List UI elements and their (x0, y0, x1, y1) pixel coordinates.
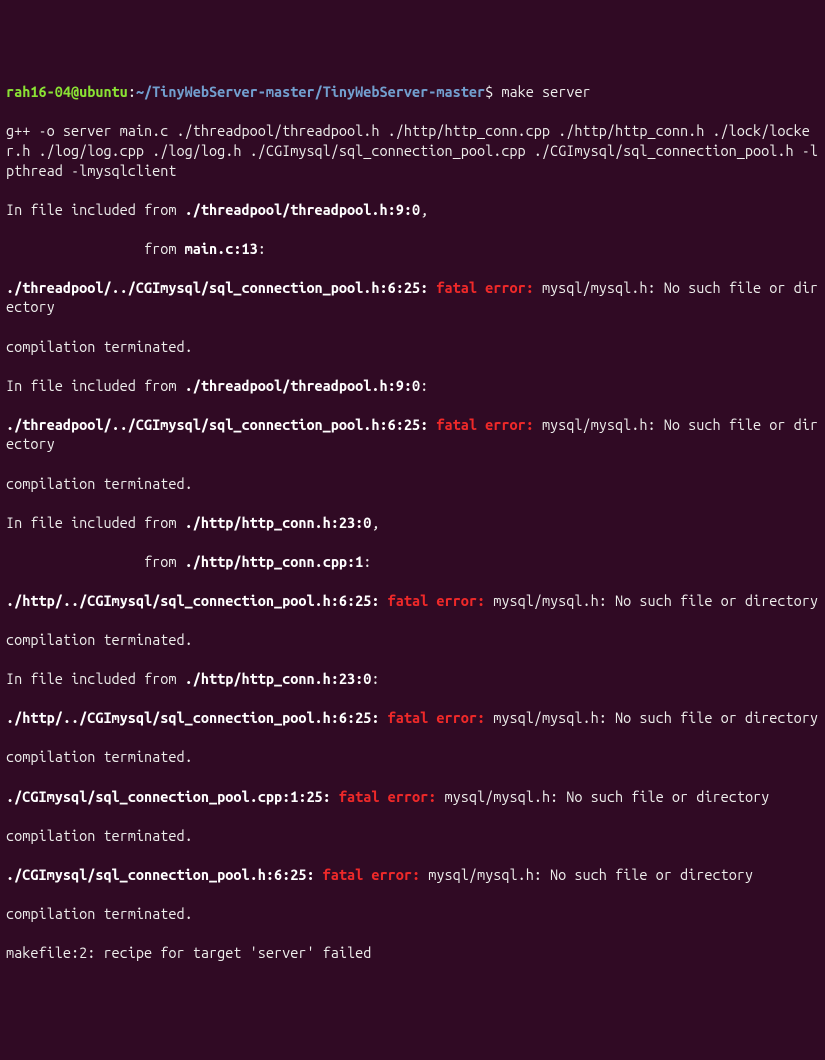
text: from (6, 240, 185, 257)
error-msg: mysql/mysql.h: No such file or directory (493, 592, 818, 609)
output-line: from ./http/http_conn.cpp:1: (6, 552, 819, 572)
output-line: ./CGImysql/sql_connection_pool.h:6:25: f… (6, 865, 819, 885)
file-ref: ./CGImysql/sql_connection_pool.h:6:25: (6, 866, 315, 883)
prompt-user: rah16-04@ubuntu (6, 83, 128, 100)
text: , (420, 201, 428, 218)
prompt-sep1: : (128, 83, 136, 100)
output-line: compilation terminated. (6, 630, 819, 650)
file-ref: main.c:13 (185, 240, 258, 257)
output-line: ./http/../CGImysql/sql_connection_pool.h… (6, 591, 819, 611)
output-line: from main.c:13: (6, 239, 819, 259)
text: : (420, 377, 428, 394)
file-ref: ./threadpool/threadpool.h:9:0 (185, 377, 420, 394)
prompt-path: ~/TinyWebServer-master/TinyWebServer-mas… (136, 83, 485, 100)
error-label: fatal error: (331, 788, 445, 805)
output-line: In file included from ./http/http_conn.h… (6, 669, 819, 689)
text: In file included from (6, 201, 185, 218)
file-ref: ./http/http_conn.cpp:1 (185, 553, 364, 570)
output-line: ./threadpool/../CGImysql/sql_connection_… (6, 415, 819, 454)
text: : (363, 553, 371, 570)
file-ref: ./http/http_conn.h:23:0 (185, 670, 372, 687)
file-ref: ./threadpool/../CGImysql/sql_connection_… (6, 279, 428, 296)
prompt-line[interactable]: rah16-04@ubuntu:~/TinyWebServer-master/T… (6, 82, 819, 102)
file-ref: ./threadpool/../CGImysql/sql_connection_… (6, 416, 428, 433)
output-line: ./CGImysql/sql_connection_pool.cpp:1:25:… (6, 787, 819, 807)
file-ref: ./CGImysql/sql_connection_pool.cpp:1:25: (6, 788, 331, 805)
text: In file included from (6, 670, 185, 687)
output-line: In file included from ./http/http_conn.h… (6, 513, 819, 533)
output-line: compilation terminated. (6, 337, 819, 357)
text: : (371, 670, 379, 687)
output-line: compilation terminated. (6, 826, 819, 846)
output-line: makefile:2: recipe for target 'server' f… (6, 943, 819, 963)
error-label: fatal error: (380, 592, 494, 609)
output-line: compilation terminated. (6, 474, 819, 494)
error-msg: mysql/mysql.h: No such file or directory (445, 788, 770, 805)
output-line: compilation terminated. (6, 747, 819, 767)
text: : (258, 240, 266, 257)
file-ref: ./http/../CGImysql/sql_connection_pool.h… (6, 709, 380, 726)
file-ref: ./http/../CGImysql/sql_connection_pool.h… (6, 592, 380, 609)
output-line: ./threadpool/../CGImysql/sql_connection_… (6, 278, 819, 317)
error-label: fatal error: (380, 709, 494, 726)
error-msg: mysql/mysql.h: No such file or directory (493, 709, 818, 726)
file-ref: ./http/http_conn.h:23:0 (185, 514, 372, 531)
output-line: compilation terminated. (6, 904, 819, 924)
text: , (371, 514, 379, 531)
prompt-sep2: $ (485, 83, 501, 100)
output-line: g++ -o server main.c ./threadpool/thread… (6, 121, 819, 180)
text: In file included from (6, 514, 185, 531)
error-label: fatal error: (315, 866, 429, 883)
output-line: In file included from ./threadpool/threa… (6, 200, 819, 220)
text: In file included from (6, 377, 185, 394)
output-line: ./http/../CGImysql/sql_connection_pool.h… (6, 708, 819, 728)
error-label: fatal error: (428, 416, 542, 433)
command-text: make server (501, 83, 590, 100)
output-line: In file included from ./threadpool/threa… (6, 376, 819, 396)
error-msg: mysql/mysql.h: No such file or directory (428, 866, 753, 883)
file-ref: ./threadpool/threadpool.h:9:0 (185, 201, 420, 218)
error-label: fatal error: (428, 279, 542, 296)
text: from (6, 553, 185, 570)
